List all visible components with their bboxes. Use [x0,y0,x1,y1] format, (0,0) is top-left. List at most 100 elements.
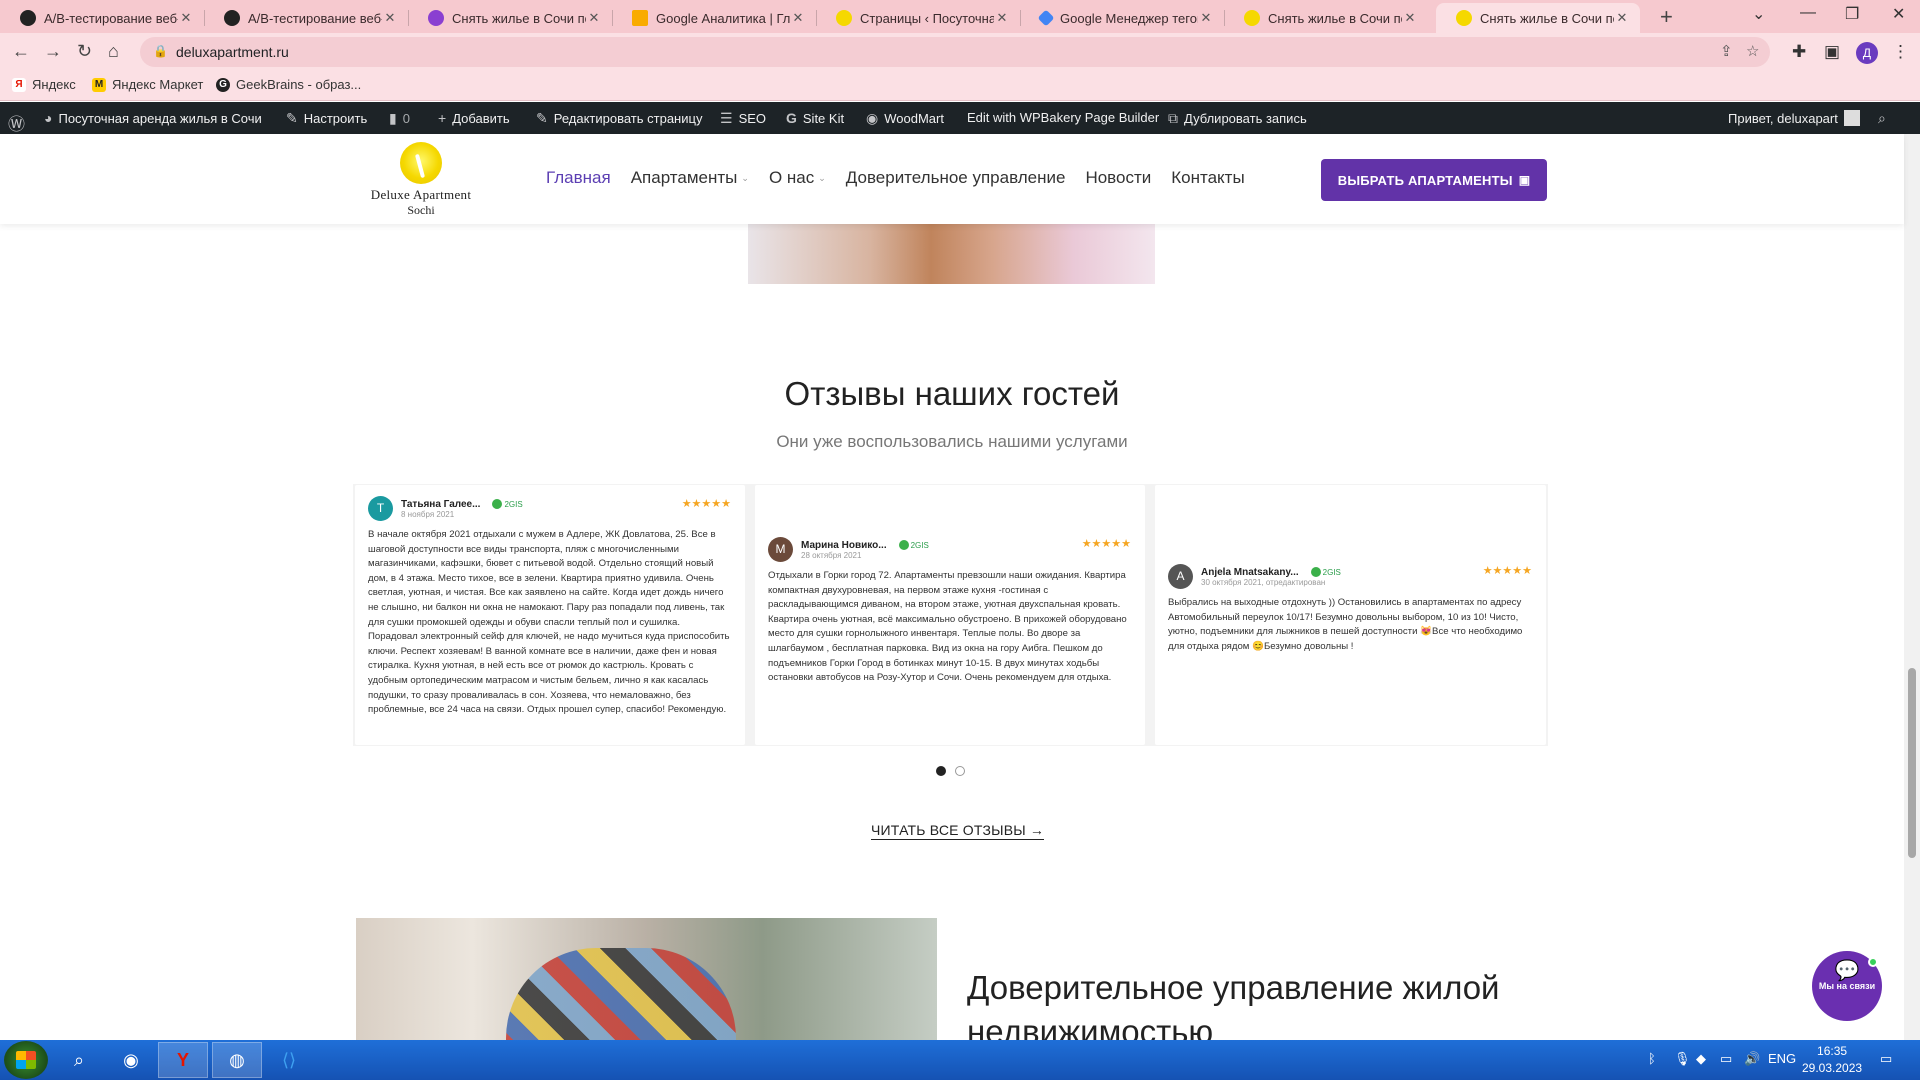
scrollbar-thumb[interactable] [1908,668,1916,858]
tab-search-icon[interactable]: ⌄ [1752,4,1765,24]
minimize-icon[interactable]: — [1800,4,1816,22]
google-g-icon: G [786,110,797,126]
close-tab-icon[interactable]: ✕ [1614,10,1630,26]
choose-apartments-button[interactable]: ВЫБРАТЬ АПАРТАМЕНТЫ ▣ [1321,159,1547,201]
tab-favicon-icon [428,10,444,26]
carousel-dot-2[interactable] [955,766,965,776]
close-tab-icon[interactable]: ✕ [382,10,398,26]
wp-duplicate[interactable]: ⧉ Дублировать запись [1168,110,1307,127]
tab-favicon-icon [1244,10,1260,26]
tray-mic-icon[interactable]: 🎙 [1674,1051,1691,1067]
tray-app-icon[interactable]: ◆ [1696,1051,1706,1067]
wp-add-new[interactable]: + Добавить [438,110,510,126]
wp-wpbakery[interactable]: Edit with WPBakery Page Builder [967,110,1159,125]
nav-item-trust-management[interactable]: Доверительное управление [846,168,1066,188]
tray-network-icon[interactable]: ▭ [1720,1051,1732,1067]
close-tab-icon[interactable]: ✕ [994,10,1010,26]
close-tab-icon[interactable]: ✕ [586,10,602,26]
close-tab-icon[interactable]: ✕ [1402,10,1418,26]
address-bar[interactable]: 🔒 deluxapartment.ru ⇪ ☆ [140,37,1770,67]
review-header: A Anjela Mnatsakany... 2GIS 30 октября 2… [1168,564,1341,589]
wp-site-name[interactable]: ◕ Посуточная аренда жилья в Сочи [44,110,262,126]
browser-tab[interactable]: A/B-тестирование веб-пр ✕ [204,3,408,33]
brush-icon: ✎ [286,110,298,126]
yandex-browser-icon[interactable]: Y [158,1042,208,1078]
nav-item-apartments[interactable]: Апартаменты ⌄ [631,168,749,188]
tray-volume-icon[interactable]: 🔊 [1744,1051,1760,1067]
browser-tab[interactable]: Google Менеджер тегов ✕ [1020,3,1224,33]
wp-search-icon[interactable]: ⌕ [1878,110,1892,127]
wp-customize[interactable]: ✎ Настроить [286,110,367,127]
reload-icon[interactable]: ↻ [77,41,92,62]
browser-tab[interactable]: Страницы ‹ Посуточная а ✕ [816,3,1020,33]
browser-tab[interactable]: Снять жилье в Сочи посу ✕ [408,3,612,33]
nav-item-home[interactable]: Главная [546,168,611,188]
chat-widget-button[interactable]: 💬 Мы на связи [1812,951,1882,1021]
tab-favicon-icon [1037,9,1055,27]
notification-icon[interactable]: ▭ [1880,1051,1892,1067]
review-date: 8 ноября 2021 [401,509,455,519]
close-window-icon[interactable]: ✕ [1892,4,1905,24]
twogis-icon [1310,567,1321,577]
wp-seo[interactable]: ☰ SEO [720,110,766,127]
new-tab-icon[interactable]: + [1660,4,1673,30]
home-icon[interactable]: ⌂ [108,41,119,62]
side-panel-icon[interactable]: ▣ [1824,42,1840,62]
wordpress-logo-icon[interactable]: Ⓦ [8,110,31,135]
review-card: T Татьяна Галее... 2GIS 8 ноября 2021 ★★… [355,485,745,745]
site-logo[interactable]: Deluxe Apartment Sochi [366,142,476,218]
menu-kebab-icon[interactable]: ⋮ [1892,42,1909,62]
profile-avatar[interactable]: Д [1856,42,1878,64]
review-card: М Марина Новико... 2GIS 28 октября 2021 … [755,485,1145,745]
close-tab-icon[interactable]: ✕ [178,10,194,26]
taskbar-clock[interactable]: 16:35 29.03.2023 [1802,1043,1862,1077]
app-circle-icon[interactable]: ◉ [106,1042,156,1078]
tab-favicon-icon [224,10,240,26]
bookmark-yandex-market[interactable]: M Яндекс Маркет [92,77,203,92]
bookmark-yandex[interactable]: Я Яндекс [12,77,76,92]
wp-site-kit[interactable]: G Site Kit [786,110,844,126]
duplicate-icon: ⧉ [1168,110,1178,126]
tray-bluetooth-icon[interactable]: ᛒ [1648,1051,1656,1066]
carousel-dot-1[interactable] [936,766,946,776]
bookmark-star-icon[interactable]: ☆ [1746,42,1759,60]
start-button[interactable] [4,1041,48,1079]
review-date: 28 октября 2021 [801,550,862,560]
wp-user-greeting[interactable]: Привет, deluxapart [1728,110,1860,126]
windows-taskbar: ⌕ ◉ Y ◍ ⟨⟩ ᛒ 🎙 ◆ ▭ 🔊 ENG 16:35 29.03.202… [0,1040,1920,1080]
restore-icon[interactable]: ❐ [1845,4,1859,24]
back-icon[interactable]: ← [12,41,30,62]
chevron-down-icon: ⌄ [741,172,749,183]
lock-icon[interactable]: 🔒 [153,44,168,58]
tray-language[interactable]: ENG [1768,1051,1796,1066]
url-text[interactable]: deluxapartment.ru [176,44,289,60]
close-tab-icon[interactable]: ✕ [790,10,806,26]
browser-tab-active[interactable]: Снять жилье в Сочи посу ✕ [1436,3,1640,33]
wp-comments[interactable]: ▮ 0 [389,110,410,127]
share-icon[interactable]: ⇪ [1720,42,1733,60]
bookmark-geekbrains[interactable]: G GeekBrains - образ... [216,77,361,92]
yandex-icon: Я [12,77,26,92]
wp-woodmart[interactable]: ◉ WoodMart [866,110,944,127]
nav-item-about[interactable]: О нас ⌄ [769,168,826,188]
patchwork-chair-image [506,948,736,1040]
carousel-pagination [936,766,974,776]
browser-tab[interactable]: A/B-тестирование веб-пр ✕ [0,3,204,33]
vscode-icon[interactable]: ⟨⟩ [264,1042,314,1078]
close-tab-icon[interactable]: ✕ [1198,10,1214,26]
browser-tab[interactable]: Google Аналитика | Главн ✕ [612,3,816,33]
sun-palm-logo-icon [400,142,442,184]
forward-icon[interactable]: → [44,41,62,62]
browser-tab[interactable]: Снять жилье в Сочи посу ✕ [1224,3,1428,33]
read-all-reviews-link[interactable]: ЧИТАТЬ ВСЕ ОТЗЫВЫ → [871,822,1045,840]
extensions-icon[interactable]: ✚ [1792,42,1806,62]
search-icon[interactable]: ⌕ [54,1042,104,1078]
nav-item-contacts[interactable]: Контакты [1171,168,1244,188]
avatar: T [368,496,393,521]
chrome-icon[interactable]: ◍ [212,1042,262,1078]
review-source: 2GIS [492,499,523,509]
nav-item-news[interactable]: Новости [1085,168,1151,188]
page-scrollbar[interactable] [1904,134,1920,1040]
wp-edit-page[interactable]: ✎ Редактировать страницу [536,110,702,127]
windows-logo-icon [16,1051,36,1069]
